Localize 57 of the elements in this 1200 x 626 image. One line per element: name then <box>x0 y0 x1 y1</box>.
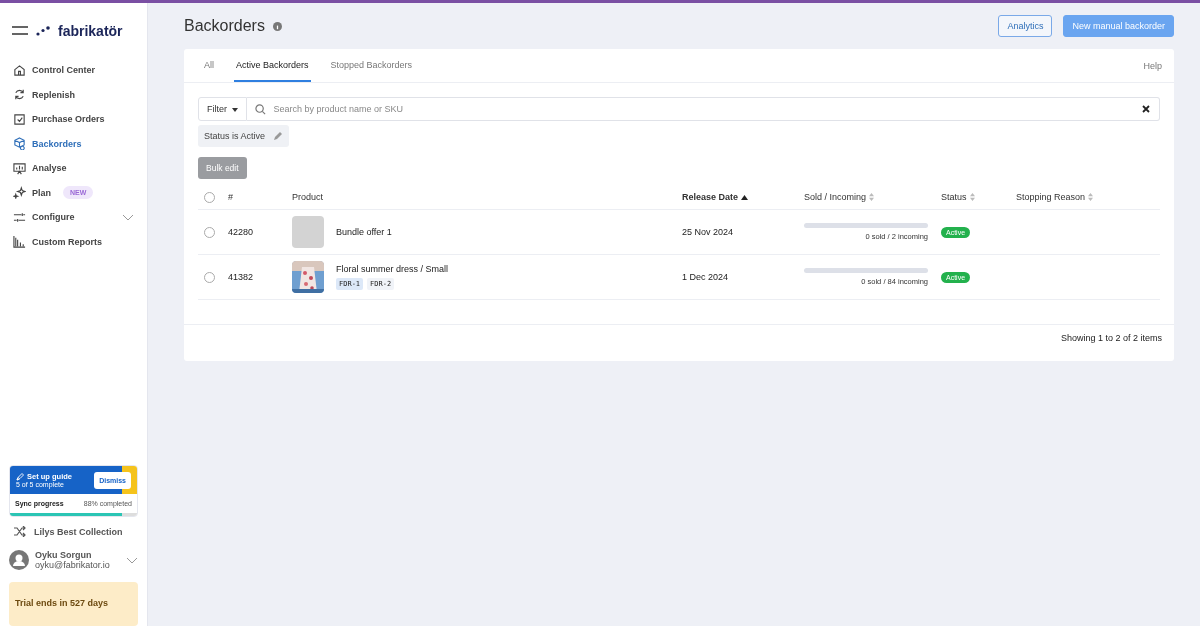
column-header[interactable]: Sold / Incoming <box>804 192 941 202</box>
column-header[interactable]: Release Date <box>682 192 804 202</box>
pencil-icon <box>273 131 284 141</box>
sort-icon <box>1088 193 1094 201</box>
tab[interactable]: Active Backorders <box>234 49 311 82</box>
nav-item[interactable]: Purchase Orders <box>9 107 138 132</box>
column-header[interactable]: Stopping Reason <box>1016 192 1160 202</box>
nav-icon <box>13 161 26 175</box>
nav-item[interactable]: Analyse <box>9 156 138 181</box>
table-cell-text: 41382 <box>228 272 255 282</box>
nav-icon <box>13 88 26 102</box>
nav-icon <box>13 63 26 77</box>
tab[interactable]: All <box>202 49 216 82</box>
page-title: Backorders <box>184 17 265 35</box>
table-cell-text: 1 Dec 2024 <box>682 272 730 282</box>
sort-icon <box>869 193 875 201</box>
caret-icon <box>231 107 238 112</box>
brand-name: fabrikatör <box>58 22 123 39</box>
clear-icon[interactable] <box>1142 105 1150 113</box>
avatar-icon <box>9 550 29 570</box>
tab[interactable]: Stopped Backorders <box>328 49 415 82</box>
nav-item[interactable]: Configure <box>9 205 138 230</box>
user-name: Oyku Sorgun <box>35 550 93 560</box>
user-email: oyku@fabrikator.io <box>35 560 111 570</box>
filter-button[interactable]: Filter <box>198 97 247 121</box>
table-cell-text: 25 Nov 2024 <box>682 227 735 237</box>
product-name[interactable]: Bundle offer 1 <box>336 227 392 237</box>
column-header[interactable]: Status <box>941 192 1016 202</box>
nav-icon <box>13 137 26 151</box>
nav-icon <box>13 235 26 249</box>
logo-icon <box>36 25 50 36</box>
sort-icon <box>969 193 975 201</box>
nav-icon <box>13 186 26 200</box>
search-field[interactable]: Search by product name or SKU <box>246 97 1160 121</box>
column-header[interactable]: Product <box>292 192 682 202</box>
nav-item[interactable]: Custom Reports <box>9 229 138 254</box>
sort-up-icon <box>741 194 749 200</box>
nav-icon <box>13 112 26 126</box>
chevron-icon[interactable] <box>126 556 138 564</box>
nav-item[interactable]: Control Center <box>9 58 138 83</box>
column-header[interactable]: # <box>228 192 292 202</box>
thumbnail-placeholder <box>292 216 324 248</box>
filter-chip[interactable]: Status is Active <box>198 125 290 147</box>
store-switcher[interactable]: Lilys Best Collection <box>9 517 138 546</box>
pagination-summary: Showing 1 to 2 of 2 items <box>1060 333 1162 343</box>
shuffle-icon <box>13 526 26 537</box>
info-icon[interactable] <box>272 21 282 31</box>
help-link[interactable]: Help <box>1143 60 1162 71</box>
nav-item[interactable]: Backorders <box>9 131 138 156</box>
trial-text: Trial ends in 527 days <box>15 598 109 608</box>
nav-icon <box>13 210 26 224</box>
analytics-button[interactable]: Analytics <box>998 15 1053 37</box>
search-icon <box>254 103 266 115</box>
nav-item[interactable]: Replenish <box>9 82 138 107</box>
menu-icon[interactable] <box>12 25 28 36</box>
product-name[interactable]: Floral summer dress / Small <box>336 264 449 274</box>
table-cell-text: 42280 <box>228 227 255 237</box>
